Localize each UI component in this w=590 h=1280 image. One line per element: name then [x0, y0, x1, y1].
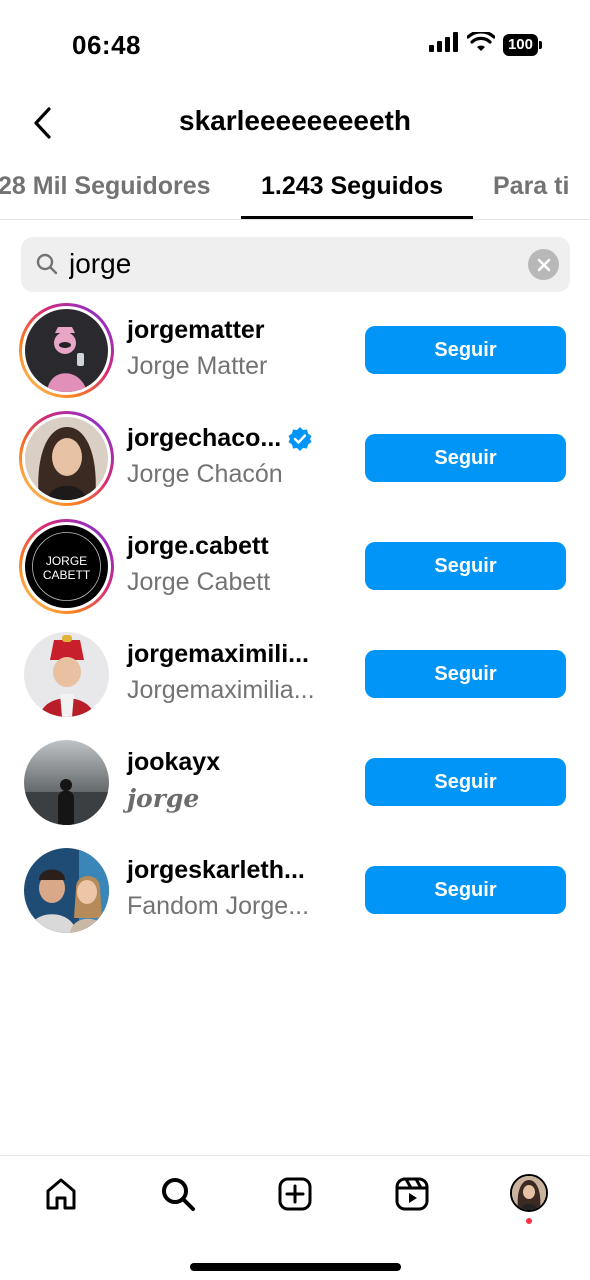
username[interactable]: jorgemaximili...	[127, 640, 309, 669]
nav-profile-avatar[interactable]	[510, 1174, 548, 1212]
fullname: Jorgemaximilia...	[127, 676, 315, 704]
nav-search[interactable]	[158, 1174, 198, 1214]
username[interactable]: jorgematter	[127, 316, 265, 345]
tab-for-you[interactable]: Para ti	[493, 172, 569, 201]
create-icon	[278, 1177, 312, 1211]
battery-level: 100	[502, 33, 538, 56]
avatar	[24, 740, 109, 825]
follow-button[interactable]: Seguir	[365, 542, 566, 590]
tab-following[interactable]: 1.243 Seguidos	[261, 172, 443, 201]
avatar	[24, 632, 109, 717]
follow-button[interactable]: Seguir	[365, 758, 566, 806]
close-icon	[537, 258, 550, 271]
list-item[interactable]: jorgematter Jorge Matter Seguir	[0, 300, 590, 408]
results-list: jorgematter Jorge Matter Seguir jorgecha…	[0, 300, 590, 948]
avatar	[25, 417, 108, 500]
search-input[interactable]	[69, 245, 509, 283]
avatar: JORGE CABETT	[25, 525, 108, 608]
username[interactable]: jorge.cabett	[127, 532, 269, 561]
nav-reels[interactable]	[392, 1174, 432, 1214]
status-icons: 100	[428, 30, 542, 57]
fullname: Fandom Jorge...	[127, 892, 310, 920]
battery-icon: 100	[502, 33, 542, 56]
nav-create[interactable]	[275, 1174, 315, 1214]
avatar	[512, 1176, 546, 1210]
fullname: Jorge Matter	[127, 352, 268, 380]
follow-button[interactable]: Seguir	[365, 326, 566, 374]
fullname: jorge	[127, 784, 200, 813]
avatar-wrapper[interactable]	[19, 627, 114, 722]
list-item[interactable]: JORGE CABETT jorge.cabett Jorge Cabett S…	[0, 516, 590, 624]
username[interactable]: jookayx	[127, 748, 220, 777]
header: skarleeeeeeeeeth	[0, 95, 590, 150]
notification-dot	[526, 1218, 532, 1224]
reels-icon	[395, 1177, 429, 1211]
tab-followers[interactable]: 28 Mil Seguidores	[0, 172, 211, 201]
status-time: 06:48	[72, 30, 141, 60]
username[interactable]: jorgeskarleth...	[127, 856, 305, 885]
username[interactable]: jorgechaco...	[127, 424, 313, 453]
list-item[interactable]: jorgemaximili... Jorgemaximilia... Segui…	[0, 624, 590, 732]
avatar-story-ring[interactable]	[19, 411, 114, 506]
wifi-icon	[466, 30, 496, 57]
follow-button[interactable]: Seguir	[365, 866, 566, 914]
follow-button[interactable]: Seguir	[365, 650, 566, 698]
list-item[interactable]: jorgechaco... Jorge Chacón Seguir	[0, 408, 590, 516]
avatar-logo-text-1: JORGE	[46, 554, 87, 568]
home-icon	[46, 1178, 76, 1210]
nav-home[interactable]	[41, 1174, 81, 1214]
signal-icon	[428, 32, 459, 57]
list-item[interactable]: jorgeskarleth... Fandom Jorge... Seguir	[0, 840, 590, 948]
search-icon	[162, 1178, 195, 1211]
fullname: Jorge Chacón	[127, 460, 283, 488]
search-bar	[21, 237, 570, 292]
list-item[interactable]: jookayx jorge Seguir	[0, 732, 590, 840]
avatar-wrapper[interactable]	[19, 843, 114, 938]
verified-badge-icon	[288, 426, 312, 451]
avatar-story-ring[interactable]: JORGE CABETT	[19, 519, 114, 614]
search-icon	[36, 253, 58, 275]
home-indicator	[190, 1263, 401, 1271]
page-title: skarleeeeeeeeeth	[179, 105, 411, 136]
avatar-story-ring[interactable]	[19, 303, 114, 398]
fullname: Jorge Cabett	[127, 568, 271, 596]
clear-search-button[interactable]	[528, 249, 559, 280]
avatar	[25, 309, 108, 392]
avatar-logo-text-2: CABETT	[43, 568, 91, 582]
avatar-wrapper[interactable]	[19, 735, 114, 830]
bottom-nav	[0, 1155, 590, 1280]
tabs: 28 Mil Seguidores 1.243 Seguidos Para ti	[0, 160, 590, 220]
status-bar: 06:48 100	[0, 0, 590, 90]
avatar	[24, 848, 109, 933]
active-tab-indicator	[241, 216, 473, 219]
follow-button[interactable]: Seguir	[365, 434, 566, 482]
